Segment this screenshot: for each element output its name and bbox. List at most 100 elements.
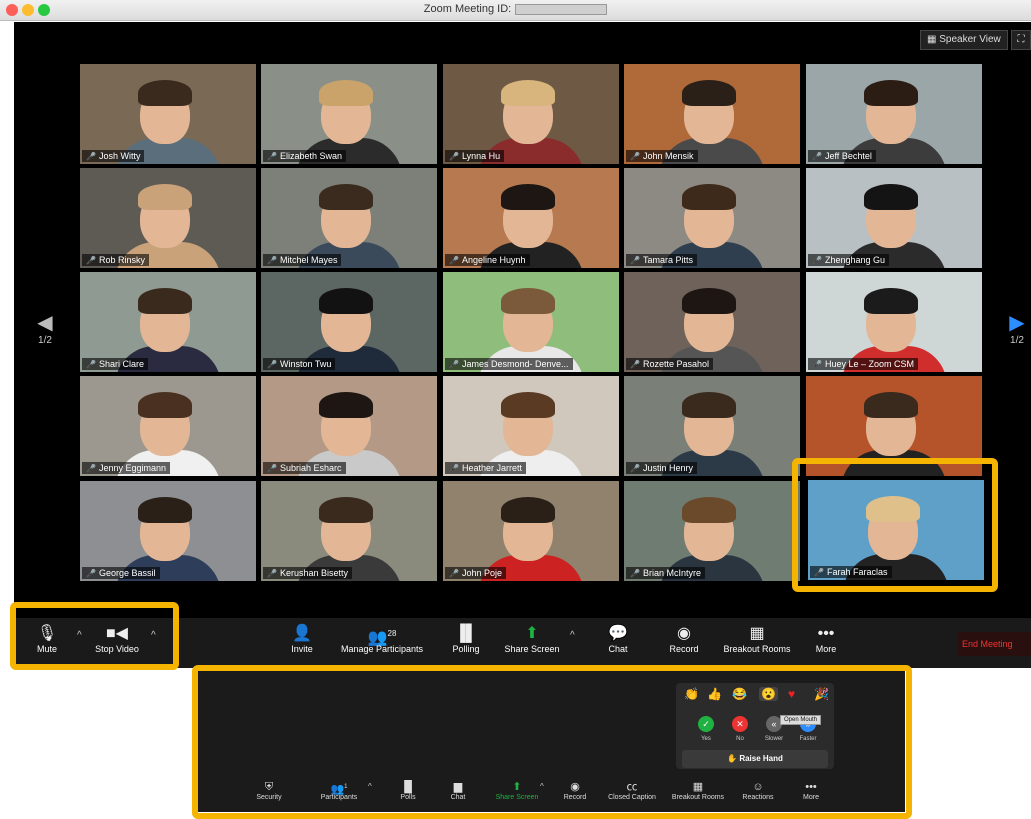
breakout-grid-icon: ▦ — [749, 625, 765, 642]
raise-hand-button[interactable]: ✋ Raise Hand — [682, 750, 828, 768]
faster-label: Faster — [799, 736, 817, 742]
page-indicator-right: 1/2 — [1010, 335, 1024, 346]
muted-mic-icon: 🎤 — [449, 256, 459, 265]
participant-tile[interactable]: 🎤 Huey Le – Zoom CSM — [806, 272, 982, 372]
next-page-button[interactable]: ▶ 1/2 — [1006, 310, 1028, 346]
muted-mic-icon: 🎤 — [267, 360, 277, 369]
fullscreen-icon[interactable]: ⛶ — [1011, 30, 1031, 50]
muted-mic-icon: 🎤 — [449, 152, 459, 161]
invite-label: Invite — [291, 644, 313, 654]
heart-icon[interactable]: ♥ — [788, 687, 795, 701]
open-mouth-icon[interactable]: 😮 — [759, 687, 778, 701]
participant-hair — [682, 497, 736, 523]
hand-icon: ✋ — [727, 754, 738, 763]
more-dots-icon: ••• — [805, 781, 817, 793]
participant-name-tag: 🎤 Jenny Eggimann — [82, 462, 171, 474]
participant-tile[interactable]: 🎤 James Desmond- Denve... — [443, 272, 619, 372]
muted-mic-icon: 🎤 — [449, 569, 459, 578]
participant-tile[interactable]: 🎤 Brian McIntyre — [624, 481, 800, 581]
participant-name-tag: 🎤 James Desmond- Denve... — [445, 358, 573, 370]
participant-tile[interactable]: 🎤 Elizabeth Swan — [261, 64, 437, 164]
participant-tile[interactable]: 🎤 Lynna Hu — [443, 64, 619, 164]
participant-hair — [319, 288, 373, 314]
prev-page-button[interactable]: ◀ 1/2 — [34, 310, 56, 346]
share-caret-2[interactable]: ^ — [540, 782, 544, 791]
muted-mic-icon: 🎤 — [267, 152, 277, 161]
participant-tile[interactable]: 🎤 Jeff Bechtel — [806, 64, 982, 164]
participant-tile[interactable]: 🎤 John Poje — [443, 481, 619, 581]
security-button[interactable]: ⛨ Security — [249, 780, 289, 801]
breakout-rooms-button-2[interactable]: ▦ Breakout Rooms — [666, 780, 730, 801]
participant-count-small: 1 — [344, 784, 348, 790]
participant-hair — [319, 184, 373, 210]
participant-tile[interactable]: 🎤 John Mensik — [624, 64, 800, 164]
no-icon[interactable]: ✕ — [732, 716, 748, 732]
share-screen-label: Share Screen — [504, 644, 560, 654]
end-meeting-label: End Meeting — [962, 639, 1013, 649]
more-button[interactable]: ••• More — [806, 624, 846, 654]
share-screen-button[interactable]: ⬆ Share Screen — [498, 624, 566, 654]
reactions-label: Reactions — [742, 794, 774, 801]
participant-tile[interactable]: 🎤 Justin Henry — [624, 376, 800, 476]
participant-tile[interactable]: 🎤 Subriah Esharc — [261, 376, 437, 476]
participant-name: John Mensik — [642, 151, 694, 161]
record-button[interactable]: ◉ Record — [662, 624, 706, 654]
speaker-view-button[interactable]: ▦ Speaker View — [920, 30, 1008, 50]
record-icon: ◉ — [677, 625, 691, 642]
thumbs-up-icon[interactable]: 👍 — [707, 687, 722, 701]
share-screen-button-2[interactable]: ⬆ Share Screen — [492, 780, 542, 801]
muted-mic-icon: 🎤 — [630, 256, 640, 265]
muted-mic-icon: 🎤 — [267, 464, 277, 473]
participant-name-tag: 🎤 John Poje — [445, 567, 506, 579]
slower-label: Slower — [764, 736, 784, 742]
participant-hair — [864, 80, 918, 106]
participant-tile[interactable]: 🎤 Heather Jarrett — [443, 376, 619, 476]
participant-tile[interactable]: 🎤 Kerushan Bisetty — [261, 481, 437, 581]
participant-name: Jeff Bechtel — [824, 151, 872, 161]
participant-tile[interactable]: 🎤 Rob Rinsky — [80, 168, 256, 268]
laughing-icon[interactable]: 😂 — [732, 687, 747, 701]
party-icon[interactable]: 🎉 — [814, 687, 829, 701]
participants-icon: 👥1 — [330, 783, 348, 796]
polling-button[interactable]: ▐▌ Polling — [446, 624, 486, 654]
participant-tile[interactable]: 🎤 Rozette Pasahol — [624, 272, 800, 372]
participant-tile[interactable]: 🎤 George Bassil — [80, 481, 256, 581]
yes-icon[interactable]: ✓ — [698, 716, 714, 732]
manage-participants-button[interactable]: 👥28 Manage Participants — [330, 624, 434, 654]
raise-hand-label: Raise Hand — [739, 754, 783, 763]
invite-button[interactable]: 👤 Invite — [282, 624, 322, 654]
participant-name: George Bassil — [98, 568, 156, 578]
muted-mic-icon: 🎤 — [86, 464, 96, 473]
participant-tile[interactable]: 🎤 Mitchel Mayes — [261, 168, 437, 268]
closed-caption-button[interactable]: ㏄ Closed Caption — [602, 780, 662, 801]
participant-tile[interactable]: 🎤 Shari Clare — [80, 272, 256, 372]
chat-button-2[interactable]: ▆ Chat — [446, 780, 470, 801]
more-label: More — [815, 644, 837, 654]
breakout-rooms-label-2: Breakout Rooms — [671, 794, 725, 801]
reactions-button[interactable]: ☺ Reactions — [736, 780, 780, 801]
chat-button[interactable]: 💬 Chat — [598, 624, 638, 654]
clap-icon[interactable]: 👏 — [684, 687, 699, 701]
polls-button[interactable]: ▐▌ Polls — [396, 780, 420, 801]
end-meeting-button[interactable]: End Meeting — [958, 632, 1031, 656]
share-screen-icon: ⬆ — [525, 625, 539, 642]
participant-name-tag: 🎤 Huey Le – Zoom CSM — [808, 358, 919, 370]
participants-caret[interactable]: ^ — [368, 782, 372, 791]
record-button-2[interactable]: ◉ Record — [560, 780, 590, 801]
participant-hair — [682, 288, 736, 314]
participants-button[interactable]: 👥1 Participants — [312, 780, 366, 801]
participant-name-tag: 🎤 Subriah Esharc — [263, 462, 346, 474]
no-label: No — [736, 736, 744, 742]
participant-tile[interactable]: 🎤 Jenny Eggimann — [80, 376, 256, 476]
participant-tile[interactable]: 🎤 Josh Witty — [80, 64, 256, 164]
muted-mic-icon: 🎤 — [630, 464, 640, 473]
participant-tile[interactable]: 🎤 Tamara Pitts — [624, 168, 800, 268]
participant-tile[interactable]: 🎤 Winston Twu — [261, 272, 437, 372]
participant-tile[interactable]: 🎤 Angeline Huynh — [443, 168, 619, 268]
share-options-caret[interactable]: ^ — [570, 630, 575, 641]
muted-mic-icon: 🎤 — [267, 569, 277, 578]
breakout-rooms-button[interactable]: ▦ Breakout Rooms — [718, 624, 796, 654]
participant-tile[interactable]: 🎤 Zhenghang Gu — [806, 168, 982, 268]
polling-label: Polling — [452, 644, 480, 654]
more-button-2[interactable]: ••• More — [796, 780, 826, 801]
